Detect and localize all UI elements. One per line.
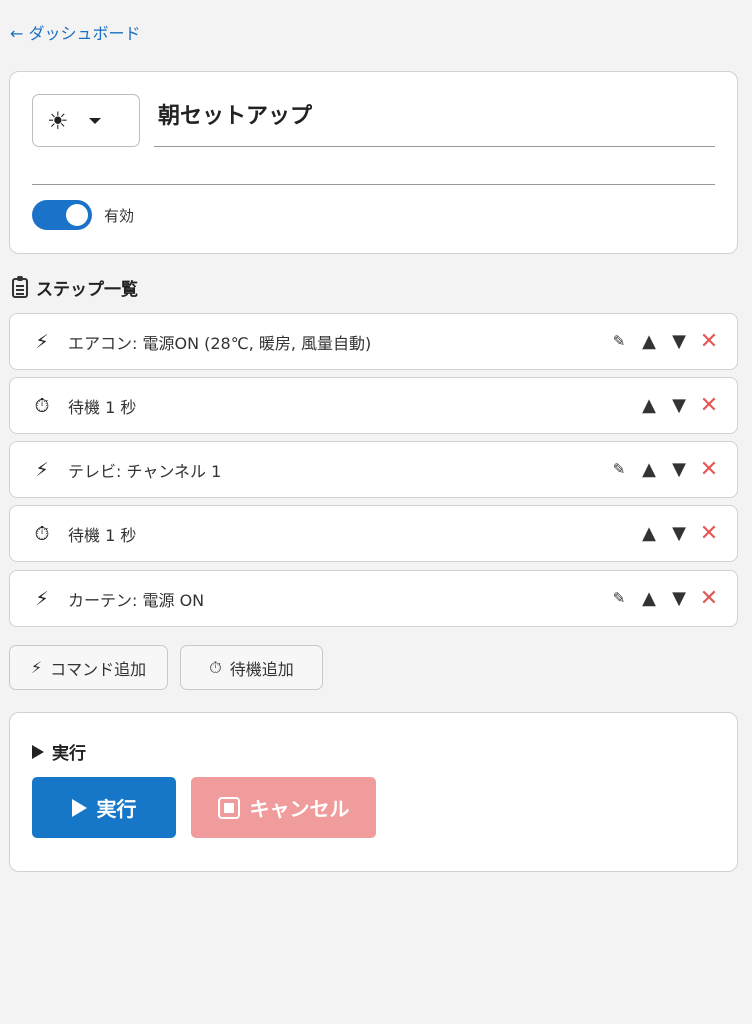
- move-up-icon[interactable]: ▲: [639, 460, 659, 479]
- add-command-button[interactable]: ⚡ コマンド追加: [9, 645, 168, 690]
- step-label: 待機 1 秒: [68, 525, 137, 545]
- step-row: ⚡ テレビ: チャンネル 1 ✎ ▲ ▼ ✕: [9, 441, 738, 498]
- step-label: カーテン: 電源 ON: [68, 590, 205, 610]
- scene-icon-select[interactable]: ☀: [32, 94, 140, 147]
- add-command-label: コマンド追加: [50, 659, 147, 679]
- step-actions: ✎ ▲ ▼ ✕: [609, 587, 719, 610]
- move-up-icon[interactable]: ▲: [639, 332, 659, 351]
- step-actions: ✎ ▲ ▼ ✕: [609, 330, 719, 353]
- add-wait-label: 待機追加: [229, 659, 294, 679]
- sun-icon: ☀: [47, 106, 69, 135]
- scene-name-input[interactable]: 朝セットアップ: [154, 94, 715, 147]
- move-down-icon[interactable]: ▼: [669, 332, 689, 351]
- delete-step-icon[interactable]: ✕: [699, 330, 719, 353]
- edit-step-icon[interactable]: ✎: [609, 462, 629, 477]
- toggle-knob: [66, 204, 88, 226]
- move-down-icon[interactable]: ▼: [669, 524, 689, 543]
- move-down-icon[interactable]: ▼: [669, 460, 689, 479]
- scene-description-input[interactable]: [32, 160, 715, 185]
- move-down-icon[interactable]: ▼: [669, 589, 689, 608]
- step-row: ⚡ エアコン: 電源ON (28℃, 暖房, 風量自動) ✎ ▲ ▼ ✕: [9, 313, 738, 370]
- enabled-toggle-group: 有効: [32, 200, 134, 230]
- cancel-button[interactable]: キャンセル: [191, 777, 376, 838]
- run-button-label: 実行: [96, 797, 137, 821]
- step-label: 待機 1 秒: [68, 397, 137, 417]
- clipboard-icon: [12, 275, 28, 298]
- back-to-dashboard-link[interactable]: ← ダッシュボード: [10, 20, 141, 44]
- move-up-icon[interactable]: ▲: [639, 524, 659, 543]
- lightning-icon: ⚡: [30, 658, 43, 677]
- step-label: テレビ: チャンネル 1: [68, 461, 222, 481]
- run-section-title: 実行: [32, 739, 86, 764]
- step-row: ⚡ カーテン: 電源 ON ✎ ▲ ▼ ✕: [9, 570, 738, 627]
- step-actions: ▲ ▼ ✕: [639, 522, 719, 545]
- stop-icon: [217, 796, 240, 819]
- play-icon: [71, 798, 87, 817]
- step-label: エアコン: 電源ON (28℃, 暖房, 風量自動): [68, 333, 372, 353]
- delete-step-icon[interactable]: ✕: [699, 394, 719, 417]
- stopwatch-icon: ⏱: [209, 657, 222, 677]
- stopwatch-icon: ⏱: [34, 394, 50, 417]
- run-title-text: 実行: [52, 744, 86, 764]
- stopwatch-icon: ⏱: [34, 522, 50, 545]
- step-row: ⏱ 待機 1 秒 ▲ ▼ ✕: [9, 377, 738, 434]
- delete-step-icon[interactable]: ✕: [699, 587, 719, 610]
- run-button[interactable]: 実行: [32, 777, 176, 838]
- step-actions: ✎ ▲ ▼ ✕: [609, 458, 719, 481]
- lightning-icon: ⚡: [35, 330, 49, 353]
- edit-step-icon[interactable]: ✎: [609, 334, 629, 349]
- play-icon: [32, 744, 44, 759]
- scene-header-card: ☀ 朝セットアップ 有効: [9, 71, 738, 254]
- step-row: ⏱ 待機 1 秒 ▲ ▼ ✕: [9, 505, 738, 562]
- delete-step-icon[interactable]: ✕: [699, 522, 719, 545]
- run-card: 実行 実行 キャンセル: [9, 712, 738, 872]
- lightning-icon: ⚡: [35, 458, 49, 481]
- move-up-icon[interactable]: ▲: [639, 589, 659, 608]
- step-actions: ▲ ▼ ✕: [639, 394, 719, 417]
- delete-step-icon[interactable]: ✕: [699, 458, 719, 481]
- move-up-icon[interactable]: ▲: [639, 396, 659, 415]
- add-wait-button[interactable]: ⏱ 待機追加: [180, 645, 323, 690]
- lightning-icon: ⚡: [35, 587, 49, 610]
- enabled-label: 有効: [104, 206, 135, 225]
- cancel-button-label: キャンセル: [249, 797, 350, 821]
- enabled-toggle[interactable]: [32, 200, 92, 230]
- chevron-down-icon: [88, 117, 101, 124]
- steps-title-text: ステップ一覧: [36, 280, 138, 300]
- steps-section-title: ステップ一覧: [12, 275, 138, 300]
- move-down-icon[interactable]: ▼: [669, 396, 689, 415]
- edit-step-icon[interactable]: ✎: [609, 591, 629, 606]
